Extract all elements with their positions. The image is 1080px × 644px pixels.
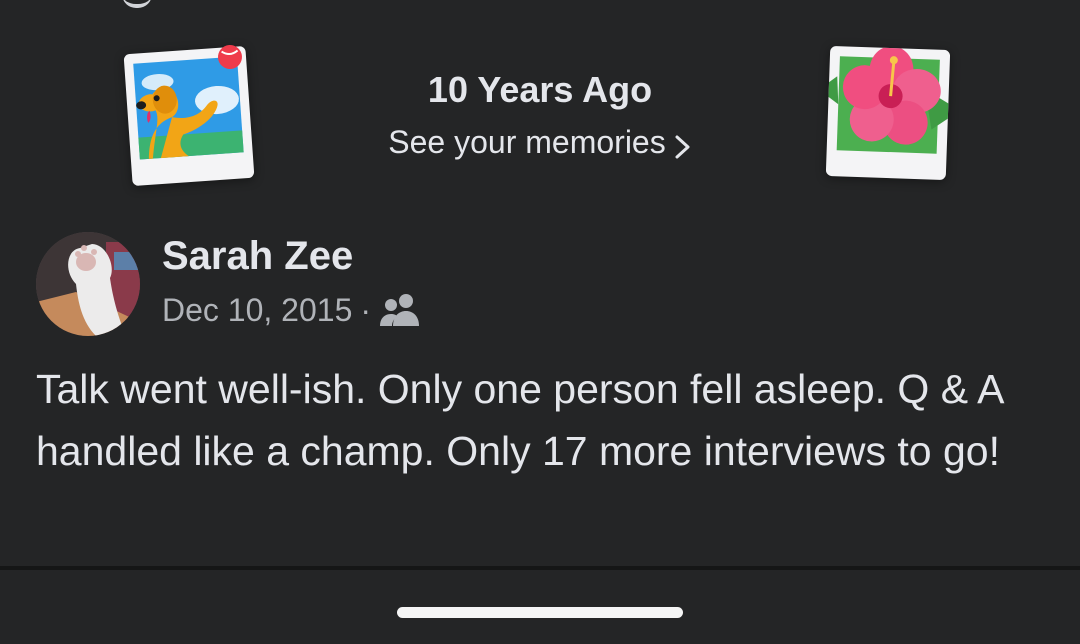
home-indicator-bar[interactable] [397,607,683,618]
post-date[interactable]: Dec 10, 2015 [162,290,352,330]
see-memories-label: See your memories [388,124,666,160]
post-text: Talk went well-ish. Only one person fell… [36,366,1003,474]
author-name[interactable]: Sarah Zee [162,232,353,280]
hibiscus-photo-icon [825,45,951,181]
cutoff-text-glyph [122,0,152,8]
memories-title: 10 Years Ago [427,69,653,110]
memories-text-group: 10 Years Ago See your memories [300,68,780,162]
memories-banner[interactable]: 10 Years Ago See your memories [0,30,1080,200]
post-header: Sarah Zee Dec 10, 2015 · [36,232,1036,336]
friends-icon[interactable] [379,292,421,328]
chevron-right-icon [674,129,692,159]
post-meta: Dec 10, 2015 · [162,290,421,330]
dog-photo-icon [123,44,255,187]
meta-separator: · [360,292,372,328]
top-cutoff-content [0,0,1080,10]
memories-screen: 10 Years Ago See your memories Sarah Zee… [0,0,1080,644]
section-divider [0,566,1080,570]
avatar[interactable] [36,232,140,336]
see-memories-link[interactable]: See your memories [388,122,691,162]
